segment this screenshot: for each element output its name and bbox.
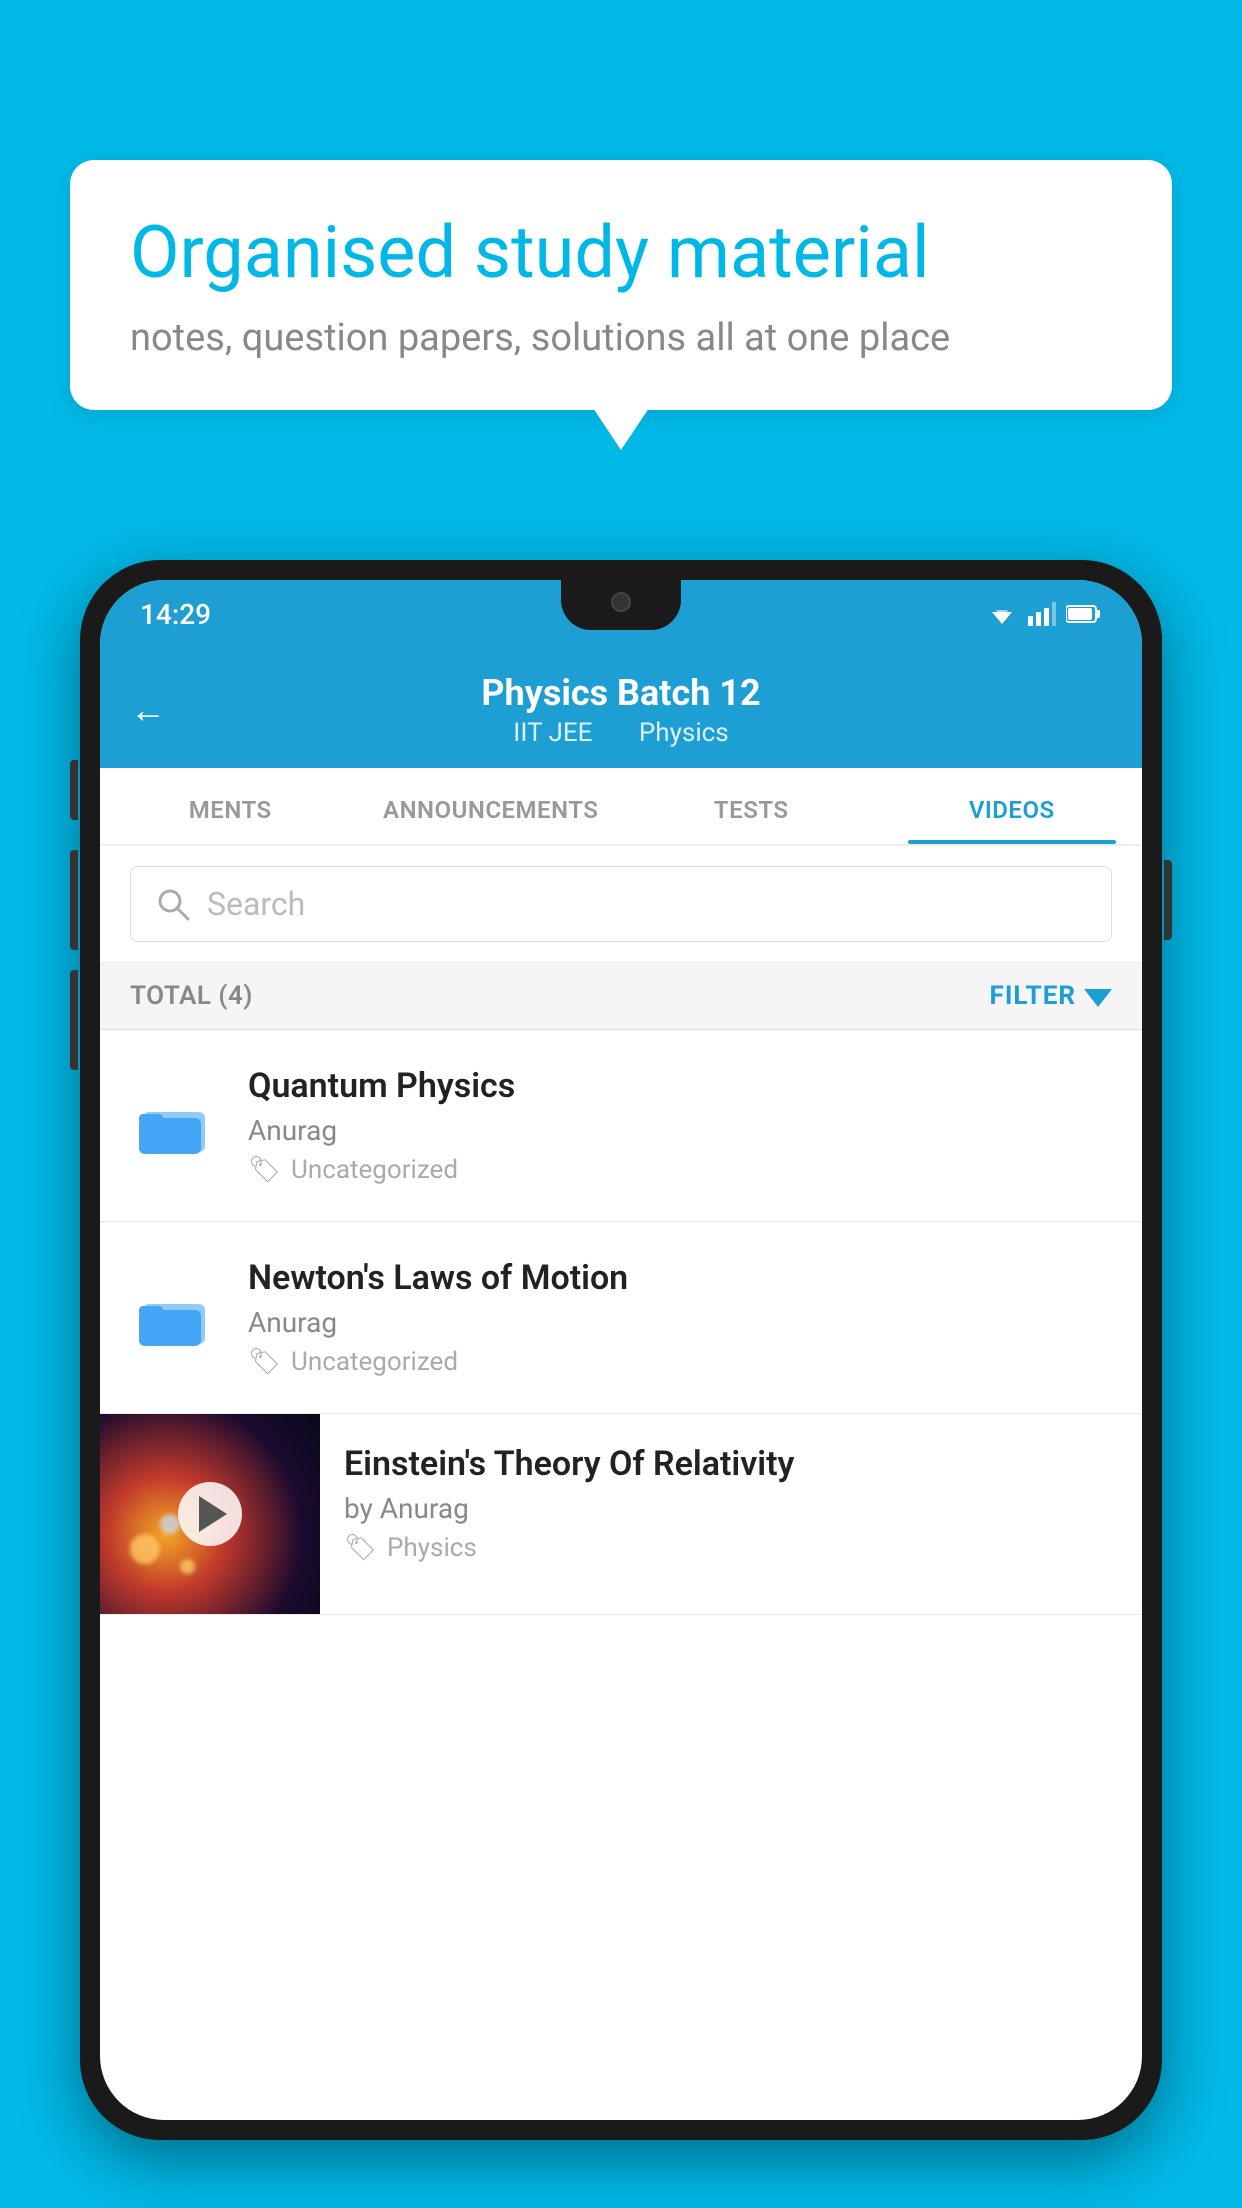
filter-funnel-icon [1084, 989, 1112, 1007]
item-info: Quantum Physics Anurag 🏷 Uncategorized [248, 1066, 1112, 1185]
wifi-icon [986, 602, 1018, 626]
phone-outer: 14:29 [80, 560, 1162, 2140]
item-author: by Anurag [344, 1492, 1118, 1525]
item-author: Anurag [248, 1306, 1112, 1339]
list-item[interactable]: Newton's Laws of Motion Anurag 🏷 Uncateg… [100, 1222, 1142, 1414]
power-button [1164, 860, 1172, 940]
header-subtitle: IIT JEE Physics [481, 718, 760, 748]
subtitle-iitjee: IIT JEE [513, 718, 592, 748]
glow-decoration [130, 1534, 160, 1564]
tab-videos[interactable]: VIDEOS [882, 768, 1143, 844]
play-button-icon[interactable] [178, 1482, 242, 1546]
tag-icon: 🏷 [248, 1347, 281, 1377]
tag-label: Physics [387, 1533, 477, 1563]
play-triangle [199, 1496, 227, 1532]
app-header: ← Physics Batch 12 IIT JEE Physics [100, 648, 1142, 768]
item-info: Einstein's Theory Of Relativity by Anura… [320, 1414, 1142, 1593]
item-info: Newton's Laws of Motion Anurag 🏷 Uncateg… [248, 1258, 1112, 1377]
tag-label: Uncategorized [291, 1155, 458, 1185]
item-tag: 🏷 Uncategorized [248, 1155, 1112, 1185]
video-list: Quantum Physics Anurag 🏷 Uncategorized [100, 1030, 1142, 1615]
filter-button[interactable]: FILTER [990, 981, 1112, 1011]
silent-button [70, 760, 78, 820]
thumb-background [100, 1414, 320, 1614]
speech-bubble-title: Organised study material [130, 210, 1112, 296]
item-tag: 🏷 Physics [344, 1533, 1118, 1563]
folder-svg [139, 1286, 211, 1350]
volume-up-button [70, 850, 78, 950]
tag-icon: 🏷 [248, 1155, 281, 1185]
item-title: Quantum Physics [248, 1066, 1112, 1106]
signal-icon [1028, 602, 1056, 626]
item-title: Einstein's Theory Of Relativity [344, 1444, 1118, 1484]
list-item[interactable]: Quantum Physics Anurag 🏷 Uncategorized [100, 1030, 1142, 1222]
filter-bar: TOTAL (4) FILTER [100, 963, 1142, 1030]
folder-icon [130, 1286, 220, 1350]
glow-decoration [180, 1559, 195, 1574]
glow-decoration [160, 1514, 180, 1534]
folder-svg [139, 1094, 211, 1158]
item-title: Newton's Laws of Motion [248, 1258, 1112, 1298]
tab-tests[interactable]: TESTS [621, 768, 882, 844]
battery-icon [1066, 604, 1102, 624]
search-bar[interactable]: Search [130, 866, 1112, 942]
item-author: Anurag [248, 1114, 1112, 1147]
video-thumbnail [100, 1414, 320, 1614]
speech-bubble-section: Organised study material notes, question… [70, 160, 1172, 410]
search-icon [155, 886, 191, 922]
speech-bubble: Organised study material notes, question… [70, 160, 1172, 410]
phone-screen: 14:29 [100, 580, 1142, 2120]
header-title-area: Physics Batch 12 IIT JEE Physics [481, 672, 760, 748]
item-tag: 🏷 Uncategorized [248, 1347, 1112, 1377]
volume-down-button [70, 970, 78, 1070]
tab-ments[interactable]: MENTS [100, 768, 361, 844]
tabs-bar: MENTS ANNOUNCEMENTS TESTS VIDEOS [100, 768, 1142, 846]
status-icons [986, 602, 1102, 626]
speech-bubble-subtitle: notes, question papers, solutions all at… [130, 316, 1112, 360]
tag-icon: 🏷 [344, 1533, 377, 1563]
subtitle-physics: Physics [639, 718, 729, 748]
search-placeholder: Search [207, 885, 305, 923]
status-time: 14:29 [140, 598, 211, 631]
list-item[interactable]: Einstein's Theory Of Relativity by Anura… [100, 1414, 1142, 1615]
header-title: Physics Batch 12 [481, 672, 760, 714]
tab-announcements[interactable]: ANNOUNCEMENTS [361, 768, 622, 844]
back-button[interactable]: ← [130, 689, 166, 731]
total-count: TOTAL (4) [130, 981, 253, 1011]
folder-icon [130, 1094, 220, 1158]
tag-label: Uncategorized [291, 1347, 458, 1377]
phone-mockup: 14:29 [80, 560, 1162, 2208]
front-camera [611, 592, 631, 612]
search-container: Search [100, 846, 1142, 963]
phone-notch [561, 580, 681, 630]
